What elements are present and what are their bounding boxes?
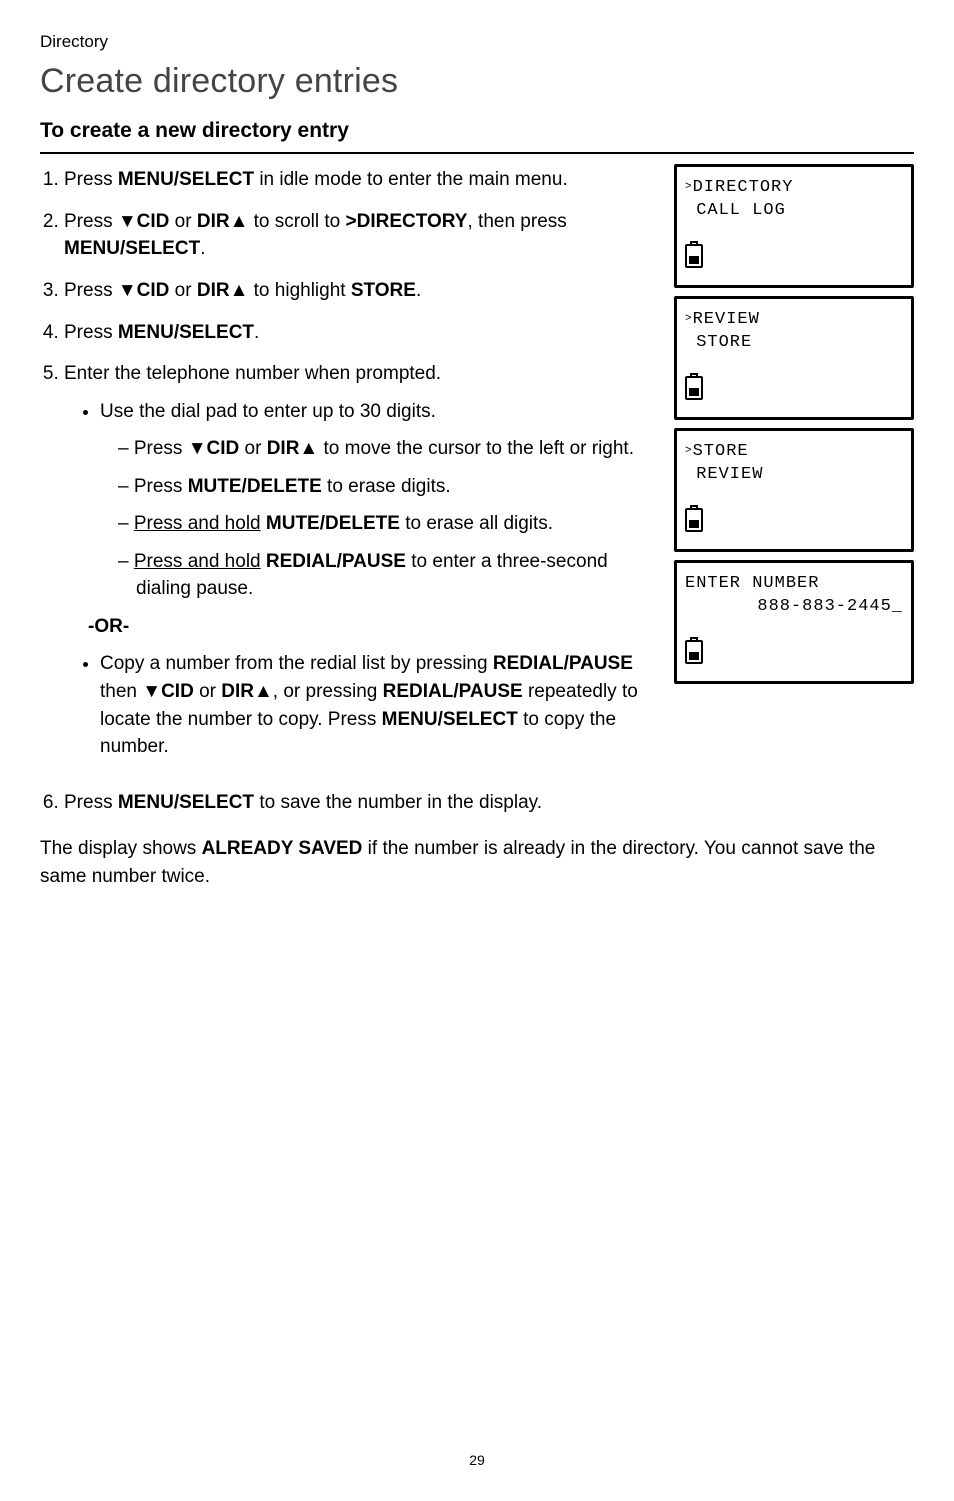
or-separator: -OR- <box>88 613 658 641</box>
step-4: Press MENU/SELECT. <box>64 319 658 347</box>
step-5-bullet-1: Use the dial pad to enter up to 30 digit… <box>100 398 658 603</box>
step-5-dash-4: Press and hold REDIAL/PAUSE to enter a t… <box>118 548 658 603</box>
battery-icon <box>685 640 703 664</box>
lcd4-line1: ENTER NUMBER <box>685 574 819 593</box>
breadcrumb: Directory <box>40 30 914 55</box>
battery-icon <box>685 376 703 400</box>
step-5-dash-3: Press and hold MUTE/DELETE to erase all … <box>118 510 658 538</box>
page-title: Create directory entries <box>40 57 914 106</box>
step-5-dash-1: Press ▼CID or DIR▲ to move the cursor to… <box>118 435 658 463</box>
page-number: 29 <box>40 1450 914 1470</box>
lcd1-line2: CALL LOG <box>685 201 786 220</box>
lcd3-line1: STORE <box>693 442 749 461</box>
lcd-screen-4: ENTER NUMBER 888-883-2445_ <box>674 560 914 684</box>
step-5-dash-2: Press MUTE/DELETE to erase digits. <box>118 473 658 501</box>
step-2: Press ▼CID or DIR▲ to scroll to >DIRECTO… <box>64 208 658 263</box>
lcd1-line1: DIRECTORY <box>693 178 794 197</box>
steps-list-cont: Press MENU/SELECT to save the number in … <box>40 789 914 817</box>
lcd4-line2: 888-883-2445_ <box>685 596 903 619</box>
lcd3-line2: REVIEW <box>685 465 763 484</box>
after-paragraph: The display shows ALREADY SAVED if the n… <box>40 835 914 890</box>
lcd2-line2: STORE <box>685 333 752 352</box>
section-heading: To create a new directory entry <box>40 116 914 154</box>
lcd-screen-1: >DIRECTORY CALL LOG <box>674 164 914 288</box>
step-6: Press MENU/SELECT to save the number in … <box>64 789 914 817</box>
battery-icon <box>685 508 703 532</box>
steps-list: Press MENU/SELECT in idle mode to enter … <box>40 166 658 760</box>
lcd-screen-3: >STORE REVIEW <box>674 428 914 552</box>
lcd-column: >DIRECTORY CALL LOG >REVIEW STORE >STORE… <box>674 164 914 684</box>
step-3: Press ▼CID or DIR▲ to highlight STORE. <box>64 277 658 305</box>
step-5: Enter the telephone number when prompted… <box>64 360 658 761</box>
step-1: Press MENU/SELECT in idle mode to enter … <box>64 166 658 194</box>
battery-icon <box>685 244 703 268</box>
step-5-bullet-2: Copy a number from the redial list by pr… <box>100 650 658 760</box>
lcd-screen-2: >REVIEW STORE <box>674 296 914 420</box>
lcd2-line1: REVIEW <box>693 310 760 329</box>
